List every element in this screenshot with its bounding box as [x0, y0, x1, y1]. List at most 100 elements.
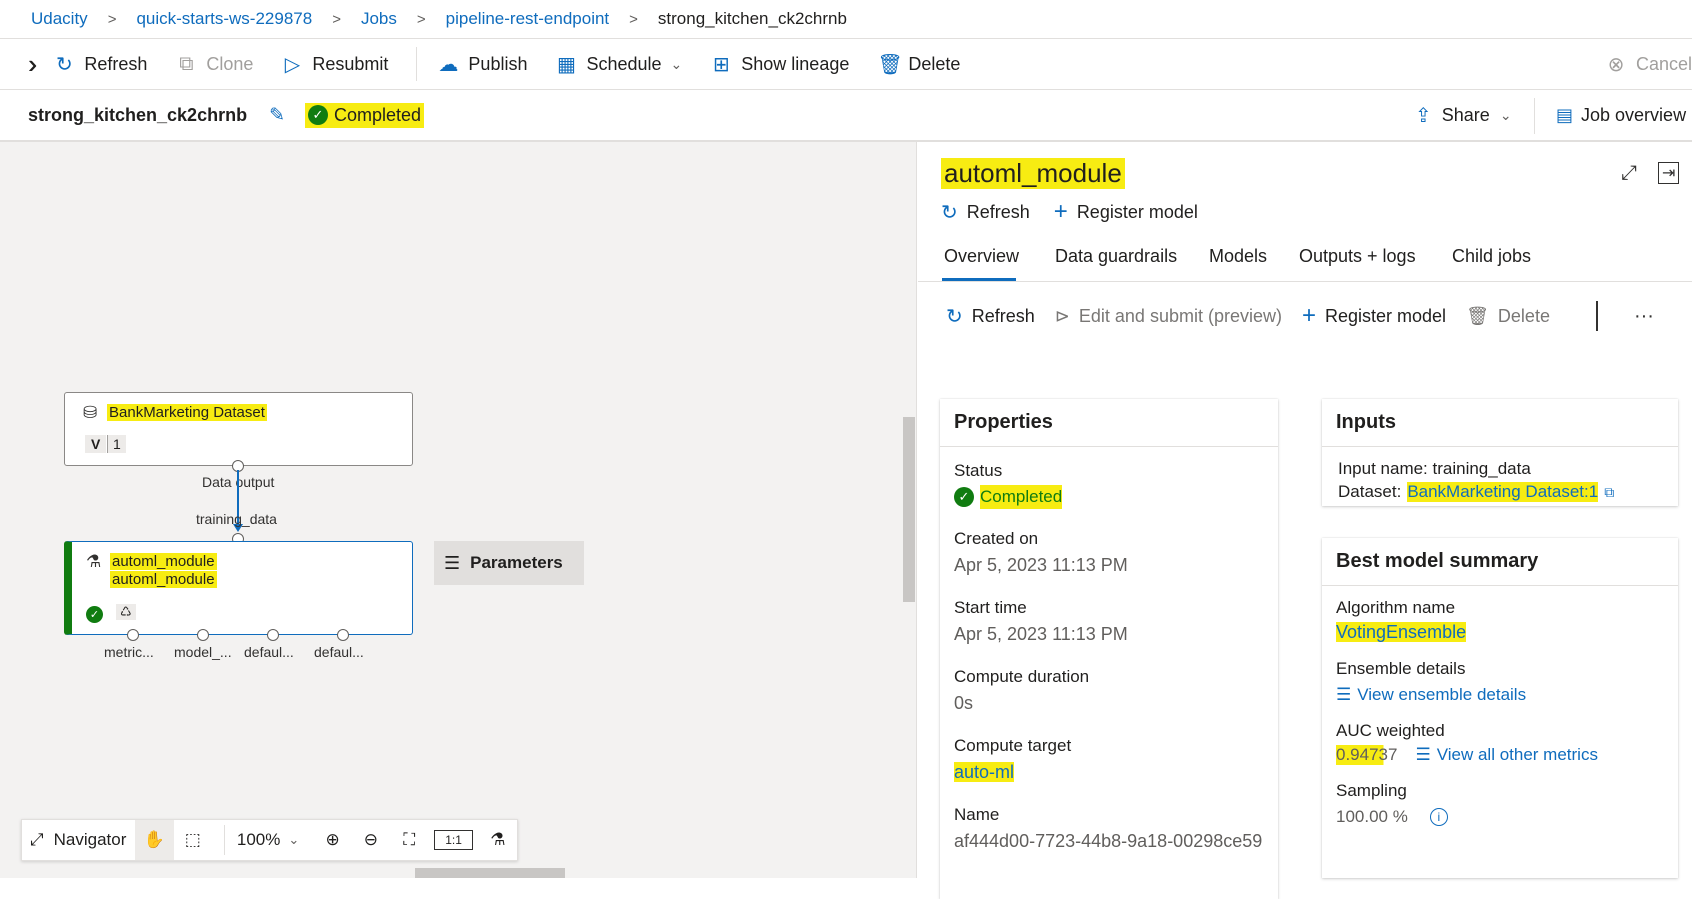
- view-all-metrics-link[interactable]: ☰ View all other metrics: [1415, 745, 1598, 765]
- refresh-icon: ↻: [55, 53, 73, 76]
- output-label-model: model_...: [174, 644, 232, 660]
- overview-refresh-label: Refresh: [971, 305, 1035, 326]
- name-label: Name: [954, 805, 1000, 824]
- horizontal-scrollbar[interactable]: [415, 868, 565, 878]
- success-check-icon: ✓: [954, 487, 974, 507]
- algorithm-label: Algorithm name: [1336, 598, 1456, 617]
- show-lineage-button[interactable]: ⊞ Show lineage: [710, 52, 849, 77]
- edit-pencil-icon[interactable]: ✎: [269, 104, 285, 127]
- close-panel-icon[interactable]: ⇥: [1658, 162, 1680, 184]
- tab-outputs-logs[interactable]: Outputs + logs: [1299, 246, 1416, 267]
- algorithm-link[interactable]: VotingEnsemble: [1336, 622, 1467, 642]
- panel-refresh-button[interactable]: ↻ Refresh: [941, 200, 1030, 225]
- pipeline-canvas[interactable]: ⛁ BankMarketing Dataset V 1 Data output …: [0, 142, 917, 878]
- play-circle-icon: ⊳: [1054, 305, 1070, 326]
- select-pointer-icon[interactable]: ⬚: [174, 830, 212, 850]
- resubmit-label: Resubmit: [312, 53, 389, 74]
- info-icon[interactable]: i: [1429, 808, 1448, 826]
- navigator-icon: ⤢: [30, 830, 44, 849]
- vertical-scrollbar[interactable]: [903, 417, 915, 602]
- compute-target-link[interactable]: auto-ml: [954, 762, 1264, 783]
- external-link-icon[interactable]: ⧉: [1604, 484, 1614, 501]
- refresh-button[interactable]: ↻ Refresh: [53, 52, 147, 77]
- dataset-link[interactable]: BankMarketing Dataset:1: [1407, 482, 1599, 502]
- panel-title: automl_module: [941, 158, 1125, 189]
- breadcrumb-workspace[interactable]: quick-starts-ws-229878: [136, 9, 312, 29]
- output-port-metrics[interactable]: [127, 629, 139, 641]
- output-port-default-2[interactable]: [337, 629, 349, 641]
- chevron-right-icon: >: [332, 10, 341, 28]
- zoom-level-value: 100%: [236, 830, 281, 849]
- properties-header: Properties: [940, 399, 1278, 447]
- breadcrumb: Udacity > quick-starts-ws-229878 > Jobs …: [0, 0, 1692, 38]
- compute-duration-value: 0s: [954, 693, 974, 713]
- tab-data-guardrails[interactable]: Data guardrails: [1055, 246, 1177, 267]
- output-port-model[interactable]: [197, 629, 209, 641]
- automl-module-node[interactable]: ⚗ automl_module automl_module ✓ ♺: [64, 541, 413, 635]
- ensemble-label: Ensemble details: [1336, 659, 1466, 678]
- job-overview-button[interactable]: ▤ Job overview: [1556, 105, 1686, 126]
- pan-hand-icon[interactable]: ✋: [135, 820, 174, 860]
- clone-icon: ⧉: [179, 52, 194, 75]
- overview-register-model-label: Register model: [1325, 305, 1447, 326]
- more-options-icon[interactable]: ···: [1634, 305, 1654, 328]
- publish-button[interactable]: ☁ Publish: [437, 52, 527, 77]
- tab-overview[interactable]: Overview: [944, 246, 1019, 267]
- input-name: Input name: training_data: [1338, 459, 1531, 478]
- inputs-card: Inputs Input name: training_data Dataset…: [1322, 399, 1678, 506]
- overview-refresh-button[interactable]: ↻ Refresh: [946, 304, 1035, 329]
- version-number: 1: [107, 435, 126, 453]
- panel-register-model-button[interactable]: + Register model: [1054, 198, 1198, 226]
- resubmit-button[interactable]: ▷ Resubmit: [281, 52, 389, 77]
- navigator-button[interactable]: ⤢ Navigator: [22, 830, 135, 850]
- share-button[interactable]: ⇪ Share ⌄: [1415, 103, 1512, 128]
- dataset-icon: ⛁: [83, 403, 98, 422]
- breadcrumb-udacity[interactable]: Udacity: [31, 9, 88, 29]
- overview-delete-button[interactable]: 🗑︎ Delete: [1466, 306, 1550, 327]
- auto-layout-icon[interactable]: ⚗: [479, 830, 517, 850]
- edit-submit-label: Edit and submit (preview): [1078, 305, 1282, 326]
- cloud-upload-icon: ☁: [438, 53, 459, 76]
- view-ensemble-link[interactable]: ☰ View ensemble details: [1336, 685, 1664, 705]
- zoom-level-dropdown[interactable]: 100% ⌄: [237, 830, 314, 850]
- output-port-default-1[interactable]: [267, 629, 279, 641]
- overview-delete-label: Delete: [1497, 305, 1550, 326]
- breadcrumb-pipeline[interactable]: pipeline-rest-endpoint: [446, 9, 610, 29]
- tab-child-jobs[interactable]: Child jobs: [1452, 246, 1531, 267]
- cancel-button[interactable]: ⊗ Cancel: [1605, 52, 1692, 77]
- zoom-out-icon[interactable]: ⊖: [352, 830, 390, 850]
- zoom-in-icon[interactable]: ⊕: [313, 830, 351, 850]
- chevron-right-icon: >: [107, 10, 117, 28]
- panel-register-model-label: Register model: [1076, 201, 1198, 222]
- success-check-icon: ✓: [308, 105, 328, 125]
- panel-actions: ↻ Refresh + Register model: [941, 198, 1198, 226]
- start-time-value: Apr 5, 2023 11:13 PM: [954, 624, 1128, 644]
- job-name: strong_kitchen_ck2chrnb: [28, 104, 248, 125]
- compute-target-value: auto-ml: [954, 762, 1015, 782]
- chevron-down-icon: ⌄: [288, 832, 300, 847]
- output-label-metrics: metric...: [104, 644, 154, 660]
- view-ensemble-label: View ensemble details: [1357, 685, 1527, 704]
- play-icon: ▷: [284, 53, 301, 76]
- expand-icon[interactable]: ››: [28, 49, 40, 80]
- automl-node-title: automl_module: [110, 553, 217, 570]
- actual-size-icon[interactable]: 1:1: [434, 830, 473, 850]
- overview-register-model-button[interactable]: + Register model: [1302, 302, 1446, 330]
- schedule-button[interactable]: ▦ Schedule ⌄: [555, 52, 682, 77]
- overview-actions: ↻ Refresh ⊳ Edit and submit (preview) + …: [946, 301, 1654, 331]
- edit-submit-button[interactable]: ⊳ Edit and submit (preview): [1055, 306, 1282, 327]
- compute-duration-label: Compute duration: [954, 667, 1090, 686]
- delete-button[interactable]: 🗑︎ Delete: [877, 52, 960, 77]
- plus-icon: +: [1053, 198, 1068, 225]
- breadcrumb-jobs[interactable]: Jobs: [361, 9, 397, 29]
- name-value: af444d00-7723-44b8-9a18-00298ce59: [954, 831, 1263, 851]
- tab-models[interactable]: Models: [1209, 246, 1267, 267]
- success-check-icon: ✓: [86, 606, 103, 623]
- breadcrumb-current-job: strong_kitchen_ck2chrnb: [657, 9, 847, 28]
- dataset-node[interactable]: ⛁ BankMarketing Dataset V 1: [64, 392, 413, 466]
- clone-button[interactable]: ⧉ Clone: [175, 53, 253, 76]
- chevron-right-icon: >: [629, 10, 638, 28]
- parameters-button[interactable]: ☰ Parameters: [434, 541, 584, 585]
- fit-to-screen-icon[interactable]: ⛶: [390, 830, 428, 850]
- expand-diagonal-icon[interactable]: ⤢: [1621, 162, 1637, 185]
